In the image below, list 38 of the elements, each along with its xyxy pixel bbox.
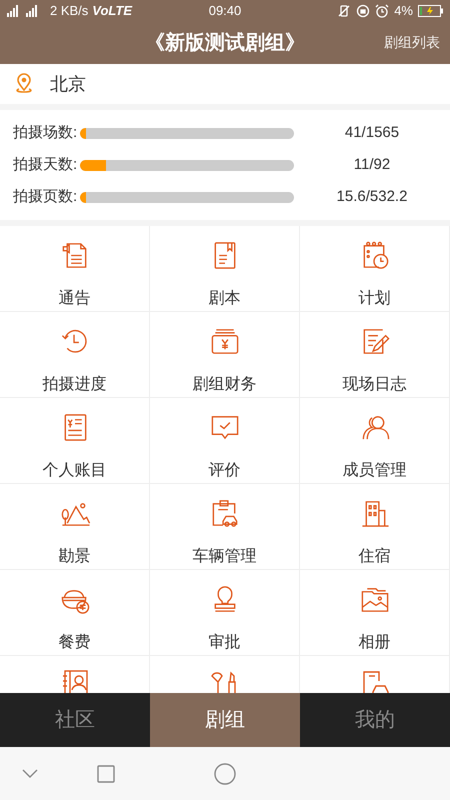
collapse-icon[interactable] — [22, 768, 38, 778]
rotation-lock-icon — [356, 4, 370, 18]
menu-tile[interactable]: 评价 — [150, 398, 300, 484]
recent-apps-icon[interactable] — [97, 764, 115, 782]
stat-label: 拍摄页数: — [12, 186, 78, 207]
menu-tile[interactable]: 拍摄进度 — [0, 312, 150, 398]
menu-tile[interactable]: 通告 — [0, 226, 150, 312]
city-name[interactable]: 北京 — [50, 70, 86, 98]
home-icon[interactable] — [214, 762, 236, 784]
stat-label: 拍摄场数: — [12, 122, 78, 143]
network-type: VoLTE — [92, 2, 132, 20]
menu-tile[interactable]: 车辆管理 — [150, 484, 300, 570]
menu-tile[interactable]: 餐费 — [0, 570, 150, 656]
stat-label: 拍摄天数: — [12, 154, 78, 175]
menu-tile[interactable]: 剧本 — [150, 226, 300, 312]
stat-value: 11/92 — [352, 154, 392, 175]
stat-value: 15.6/532.2 — [336, 186, 408, 207]
screen-title: 《新版测试剧组》 — [145, 30, 305, 56]
alarm-icon — [375, 4, 390, 18]
location-pin-icon — [14, 73, 34, 95]
menu-tile[interactable]: 现场日志 — [300, 312, 450, 398]
battery-level: 4% — [394, 2, 413, 20]
clock: 09:40 — [208, 2, 242, 20]
menu-tile[interactable]: 计划 — [300, 226, 450, 312]
crew-list-button[interactable]: 剧组列表 — [384, 32, 440, 53]
bottom-tab[interactable]: 剧组 — [150, 693, 300, 747]
vibrate-off-icon — [337, 4, 352, 18]
menu-tile[interactable]: 成员管理 — [300, 398, 450, 484]
battery-icon — [418, 5, 444, 17]
menu-tile[interactable]: 个人账目 — [0, 398, 150, 484]
menu-tile[interactable]: 相册 — [300, 570, 450, 656]
menu-tile[interactable]: 勘景 — [0, 484, 150, 570]
menu-tile[interactable]: 审批 — [150, 570, 300, 656]
network-speed: 2 KB/s — [50, 2, 88, 20]
menu-tile[interactable]: 住宿 — [300, 484, 450, 570]
stat-value: 41/1565 — [344, 122, 400, 143]
wallet-yuan-icon — [208, 326, 240, 357]
menu-tile[interactable]: 剧组财务 — [150, 312, 300, 398]
